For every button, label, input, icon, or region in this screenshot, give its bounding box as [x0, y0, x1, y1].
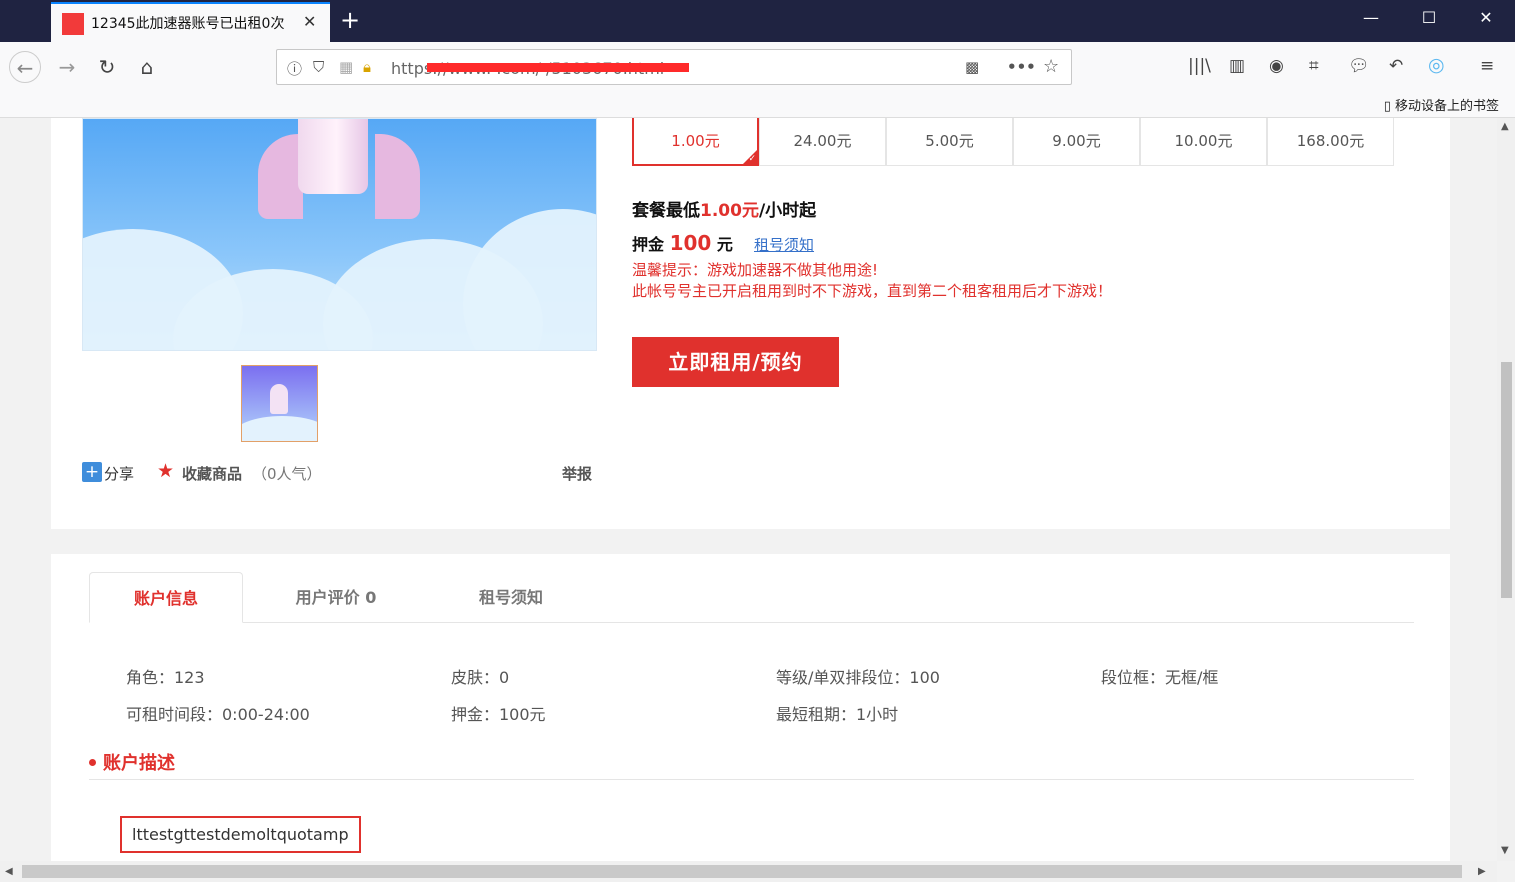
browser-tab[interactable]: 12345此加速器账号已出租0次 ✕ [51, 2, 330, 42]
description-divider [89, 779, 1414, 780]
maximize-icon[interactable]: ☐ [1414, 8, 1444, 34]
info-role: 角色：123 [126, 668, 205, 687]
url-bar[interactable]: ⓘ ⛉ ▦ 🔒︎ https://www. .com/ /5103670.htm… [276, 49, 1072, 85]
menu-icon[interactable]: ≡ [1480, 56, 1494, 76]
share-plus-icon[interactable]: + [82, 462, 102, 482]
deposit-label: 押金 [632, 235, 665, 254]
scroll-down-icon[interactable]: ▼ [1501, 845, 1509, 856]
undo-icon[interactable]: ↶ [1389, 56, 1403, 76]
close-window-icon[interactable]: ✕ [1471, 8, 1501, 34]
chat-icon[interactable]: 💬︎ [1348, 56, 1370, 76]
price-label: 1.00元 [671, 132, 720, 150]
warning-notice: 温馨提示：游戏加速器不做其他用途! [632, 261, 879, 279]
tab-account-info[interactable]: 账户信息 [89, 572, 243, 623]
product-main-image [82, 118, 597, 351]
min-price: 套餐最低1.00元/小时起 [632, 196, 816, 221]
report-link[interactable]: 举报 [562, 463, 592, 484]
details-panel: 账户信息 用户评价 0 租号须知 角色：123 皮肤：0 等级/单双排段位：10… [51, 554, 1450, 861]
tab-title: 12345此加速器账号已出租0次 [91, 16, 285, 32]
rent-now-button[interactable]: 立即租用/预约 [632, 337, 839, 387]
account-icon[interactable]: ◉ [1269, 56, 1284, 76]
reload-icon[interactable]: ↻ [91, 51, 123, 83]
description-text: lttestgttestdemoltquotamp [120, 816, 361, 853]
min-price-prefix: 套餐最低 [632, 201, 700, 221]
popularity-count: （0人气） [252, 465, 322, 483]
tab-user-reviews[interactable]: 用户评价 0 [281, 572, 391, 623]
extension-icon[interactable]: ◎ [1428, 54, 1445, 76]
info-rank-frame: 段位框：无框/框 [1101, 668, 1219, 687]
info-rent-period: 可租时间段：0:00-24:00 [126, 705, 310, 724]
price-option[interactable]: 24.00元 [759, 118, 886, 166]
min-price-suffix: /小时起 [758, 201, 817, 221]
info-deposit: 押金：100元 [451, 705, 546, 724]
sidebar-icon[interactable]: ▥ [1229, 56, 1245, 76]
url-redaction [427, 63, 689, 72]
tab-close-icon[interactable]: ✕ [303, 12, 316, 31]
info-rank: 等级/单双排段位：100 [776, 668, 940, 687]
favorite-star-icon[interactable]: ★ [157, 460, 174, 482]
bookmark-star-icon[interactable]: ☆ [1043, 56, 1059, 77]
scroll-left-icon[interactable]: ◀ [5, 866, 13, 877]
product-panel: + 分享 ★ 收藏商品 （0人气） 举报 1.00元 ✓ 24.00元 5.00… [51, 118, 1450, 529]
back-arrow-icon[interactable]: ← [9, 51, 41, 83]
library-icon[interactable]: |||\ [1188, 56, 1211, 76]
bookmarks-bar: ▯ 移动设备上的书签 [0, 92, 1515, 118]
home-icon[interactable]: ⌂ [131, 51, 163, 83]
product-thumbnail[interactable] [241, 365, 318, 442]
page-viewport: + 分享 ★ 收藏商品 （0人气） 举报 1.00元 ✓ 24.00元 5.00… [0, 118, 1497, 861]
price-option[interactable]: 10.00元 [1140, 118, 1267, 166]
description-title-label: 账户描述 [103, 753, 175, 774]
info-skins: 皮肤：0 [451, 668, 510, 687]
rental-rules-link[interactable]: 租号须知 [754, 234, 814, 255]
qr-code-icon[interactable]: ▩ [965, 58, 979, 76]
browser-titlebar: 12345此加速器账号已出租0次 ✕ + — ☐ ✕ [0, 0, 1515, 42]
permissions-icon[interactable]: ▦ [339, 58, 353, 76]
screenshot-icon[interactable]: ⌗ [1309, 56, 1319, 76]
min-price-value: 1.00元 [700, 201, 759, 221]
deposit-amount: 100 [669, 231, 712, 255]
vertical-scrollbar[interactable]: ▲ ▼ [1497, 118, 1515, 861]
tab-favicon [62, 13, 84, 35]
info-min-duration: 最短租期：1小时 [776, 705, 899, 724]
mobile-bookmarks-label: 移动设备上的书签 [1394, 99, 1499, 114]
share-link[interactable]: 分享 [104, 463, 134, 484]
share-row: + 分享 ★ 收藏商品 （0人气） 举报 [82, 460, 597, 485]
warning-notice: 此帐号号主已开启租用到时不下游戏，直到第二个租客租用后才下游戏！ [632, 282, 1113, 300]
deposit-unit: 元 [716, 235, 733, 254]
horizontal-scrollbar[interactable]: ◀ ▶ [0, 861, 1497, 882]
forward-arrow-icon[interactable]: → [51, 51, 83, 83]
price-option[interactable]: 9.00元 [1013, 118, 1140, 166]
tab-rental-rules[interactable]: 租号须知 [461, 572, 561, 623]
description-title: 账户描述 [89, 749, 175, 775]
more-icon[interactable]: ••• [1007, 58, 1036, 76]
price-option[interactable]: 168.00元 [1267, 118, 1394, 166]
favorite-link[interactable]: 收藏商品 [182, 463, 242, 484]
deposit: 押金 100 元 [632, 231, 733, 255]
minimize-icon[interactable]: — [1356, 8, 1386, 34]
tracking-shield-icon[interactable]: ⛉ [313, 58, 324, 76]
new-tab-icon[interactable]: + [340, 6, 360, 34]
horizontal-scroll-thumb[interactable] [22, 865, 1462, 878]
price-option[interactable]: 5.00元 [886, 118, 1013, 166]
scroll-up-icon[interactable]: ▲ [1501, 121, 1509, 132]
bullet-dot [89, 758, 96, 766]
info-icon[interactable]: ⓘ [287, 58, 302, 79]
mobile-bookmarks-link[interactable]: ▯ 移动设备上的书签 [1384, 95, 1499, 114]
scroll-right-icon[interactable]: ▶ [1478, 866, 1486, 877]
check-icon: ✓ [748, 154, 756, 164]
price-option[interactable]: 1.00元 ✓ [632, 118, 759, 166]
insecure-lock-icon[interactable]: 🔒︎ [363, 58, 371, 76]
vertical-scroll-thumb[interactable] [1501, 362, 1512, 598]
browser-toolbar: ← → ↻ ⌂ ⓘ ⛉ ▦ 🔒︎ https://www. .com/ /510… [0, 42, 1515, 92]
